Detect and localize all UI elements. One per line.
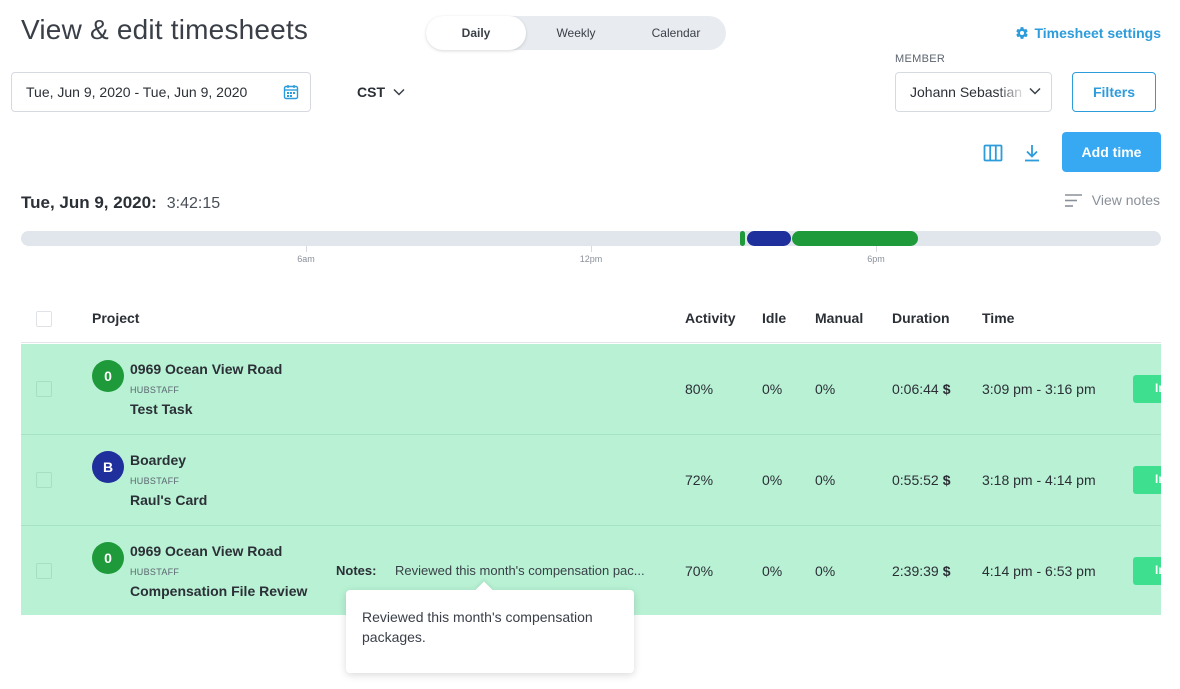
notes-tooltip: Reviewed this month's compensation packa… bbox=[346, 590, 634, 673]
row-checkbox[interactable] bbox=[36, 472, 52, 488]
tab-daily[interactable]: Daily bbox=[426, 16, 526, 50]
column-header-activity[interactable]: Activity bbox=[685, 310, 736, 326]
timeline-segment[interactable] bbox=[792, 231, 918, 246]
column-header-manual[interactable]: Manual bbox=[815, 310, 863, 326]
chevron-down-icon bbox=[393, 88, 405, 96]
table-row[interactable]: 0 0969 Ocean View Road HUBSTAFF Test Tas… bbox=[21, 344, 1161, 434]
date-range-picker[interactable]: Tue, Jun 9, 2020 - Tue, Jun 9, 2020 bbox=[11, 72, 311, 112]
activity-value: 80% bbox=[685, 381, 714, 397]
column-header-duration[interactable]: Duration bbox=[892, 310, 950, 326]
billable-icon: $ bbox=[942, 381, 951, 397]
project-name: 0969 Ocean View Road bbox=[130, 361, 283, 377]
notes-text[interactable]: Reviewed this month's compensation pac..… bbox=[395, 563, 645, 578]
timesheet-settings-label: Timesheet settings bbox=[1034, 25, 1161, 41]
timeline-segment[interactable] bbox=[747, 231, 791, 246]
chevron-down-icon bbox=[1029, 87, 1041, 95]
time-range-value: 3:18 pm - 4:14 pm bbox=[982, 472, 1096, 488]
task-name: Compensation File Review bbox=[130, 583, 308, 599]
billable-icon: $ bbox=[942, 563, 951, 579]
date-range-value: Tue, Jun 9, 2020 - Tue, Jun 9, 2020 bbox=[26, 84, 248, 100]
organization-name: HUBSTAFF bbox=[130, 385, 180, 395]
filters-button[interactable]: Filters bbox=[1072, 72, 1156, 112]
timeline-tick bbox=[591, 246, 592, 252]
select-all-checkbox[interactable] bbox=[36, 311, 52, 327]
table-row[interactable]: B Boardey HUBSTAFF Raul's Card 72% 0% 0%… bbox=[21, 435, 1161, 525]
tab-calendar[interactable]: Calendar bbox=[626, 16, 726, 50]
time-range-value: 3:09 pm - 3:16 pm bbox=[982, 381, 1096, 397]
member-label: MEMBER bbox=[895, 53, 946, 65]
project-name: 0969 Ocean View Road bbox=[130, 543, 283, 559]
timeline-tick-label: 6pm bbox=[867, 254, 885, 264]
duration-value: 0:55:52 bbox=[892, 472, 939, 488]
add-time-button[interactable]: Add time bbox=[1062, 132, 1161, 172]
row-checkbox[interactable] bbox=[36, 563, 52, 579]
task-name: Raul's Card bbox=[130, 492, 208, 508]
column-header-time[interactable]: Time bbox=[982, 310, 1014, 326]
notes-tooltip-text: Reviewed this month's compensation packa… bbox=[362, 609, 593, 645]
member-select[interactable]: Johann Sebastian bbox=[895, 72, 1052, 112]
activity-value: 70% bbox=[685, 563, 714, 579]
view-toggle: Daily Weekly Calendar bbox=[426, 16, 726, 50]
timesheet-settings-link[interactable]: Timesheet settings bbox=[1015, 25, 1161, 41]
timezone-value: CST bbox=[357, 84, 385, 100]
avatar: 0 bbox=[92, 542, 124, 574]
manual-value: 0% bbox=[815, 381, 836, 397]
avatar: 0 bbox=[92, 360, 124, 392]
view-notes-button[interactable]: View notes bbox=[1064, 192, 1160, 208]
manual-value: 0% bbox=[815, 563, 836, 579]
column-header-project[interactable]: Project bbox=[92, 310, 139, 326]
idle-value: 0% bbox=[762, 472, 783, 488]
notes-icon bbox=[1064, 193, 1082, 207]
calendar-icon[interactable] bbox=[283, 84, 299, 100]
tab-weekly[interactable]: Weekly bbox=[526, 16, 626, 50]
day-summary: Tue, Jun 9, 2020: 3:42:15 bbox=[21, 193, 220, 213]
download-icon[interactable] bbox=[1021, 142, 1043, 164]
duration-cell: 0:55:52 $ bbox=[892, 472, 951, 488]
status-badge[interactable]: In bbox=[1133, 557, 1161, 585]
status-badge[interactable]: In bbox=[1133, 466, 1161, 494]
idle-value: 0% bbox=[762, 381, 783, 397]
table-header: Project Activity Idle Manual Duration Ti… bbox=[21, 300, 1161, 343]
idle-value: 0% bbox=[762, 563, 783, 579]
organization-name: HUBSTAFF bbox=[130, 476, 180, 486]
timeline-tick bbox=[306, 246, 307, 252]
time-range-value: 4:14 pm - 6:53 pm bbox=[982, 563, 1096, 579]
timeline-tick bbox=[876, 246, 877, 252]
gear-icon bbox=[1016, 27, 1029, 39]
organization-name: HUBSTAFF bbox=[130, 567, 180, 577]
notes-label: Notes: bbox=[336, 563, 377, 578]
timeline-tick-label: 6am bbox=[297, 254, 315, 264]
day-timeline bbox=[21, 231, 1161, 246]
duration-cell: 2:39:39 $ bbox=[892, 563, 951, 579]
manual-value: 0% bbox=[815, 472, 836, 488]
activity-value: 72% bbox=[685, 472, 714, 488]
day-date: Tue, Jun 9, 2020: bbox=[21, 193, 157, 212]
billable-icon: $ bbox=[942, 472, 951, 488]
timeline-tick-label: 12pm bbox=[579, 254, 603, 264]
avatar: B bbox=[92, 451, 124, 483]
row-checkbox[interactable] bbox=[36, 381, 52, 397]
project-name: Boardey bbox=[130, 452, 187, 468]
day-total: 3:42:15 bbox=[166, 195, 221, 212]
column-header-idle[interactable]: Idle bbox=[762, 310, 786, 326]
duration-value: 0:06:44 bbox=[892, 381, 939, 397]
view-notes-label: View notes bbox=[1091, 192, 1160, 208]
timeline-segment[interactable] bbox=[740, 231, 745, 246]
page-title: View & edit timesheets bbox=[21, 14, 309, 45]
duration-cell: 0:06:44 $ bbox=[892, 381, 951, 397]
task-name: Test Task bbox=[130, 401, 193, 417]
columns-icon[interactable] bbox=[982, 142, 1004, 164]
timezone-select[interactable]: CST bbox=[357, 84, 405, 100]
duration-value: 2:39:39 bbox=[892, 563, 939, 579]
status-badge[interactable]: In bbox=[1133, 375, 1161, 403]
